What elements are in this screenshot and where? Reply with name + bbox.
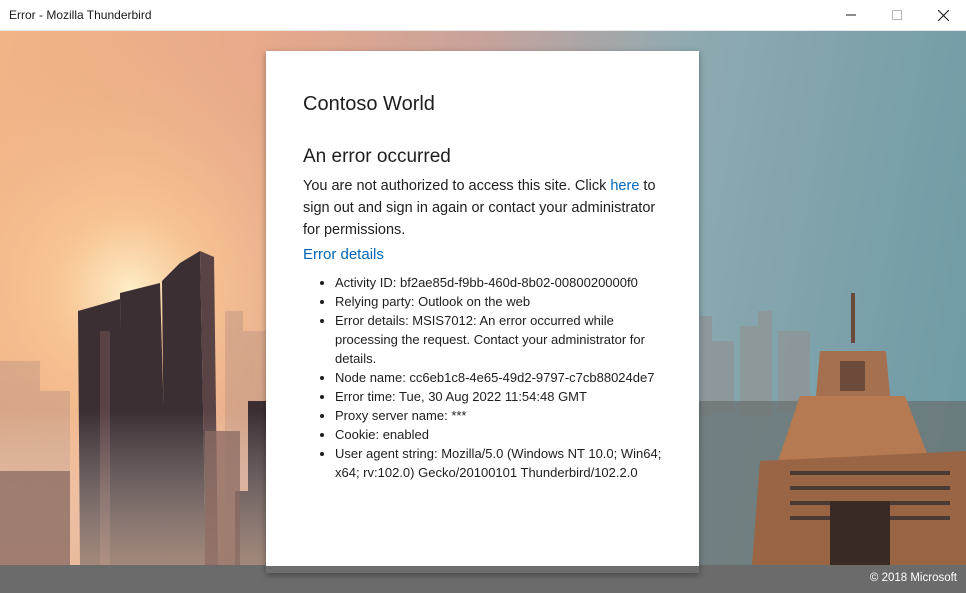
minimize-button[interactable]: [828, 0, 874, 31]
window-title: Error - Mozilla Thunderbird: [9, 8, 152, 22]
error-details-link[interactable]: Error details: [303, 246, 384, 263]
copyright-text: © 2018 Microsoft: [869, 572, 957, 584]
minimize-icon: [846, 14, 856, 16]
detail-cookie: Cookie: enabled: [335, 425, 669, 444]
sign-out-here-link[interactable]: here: [610, 178, 639, 194]
brand-name: Contoso World: [303, 93, 435, 115]
detail-node-name: Node name: cc6eb1c8-4e65-49d2-9797-c7cb8…: [335, 368, 669, 387]
detail-proxy-server: Proxy server name: ***: [335, 406, 669, 425]
detail-error-time: Error time: Tue, 30 Aug 2022 11:54:48 GM…: [335, 387, 669, 406]
message-text-before: You are not authorized to access this si…: [303, 178, 611, 194]
detail-activity-id: Activity ID: bf2ae85d-f9bb-460d-8b02-008…: [335, 273, 669, 292]
close-icon: [937, 9, 949, 21]
error-card: Contoso World An error occurred You are …: [266, 51, 699, 573]
error-message: You are not authorized to access this si…: [303, 175, 669, 241]
detail-error-details: Error details: MSIS7012: An error occurr…: [335, 311, 669, 368]
window-title-bar: Error - Mozilla Thunderbird: [0, 0, 966, 31]
close-button[interactable]: [920, 0, 966, 31]
error-heading: An error occurred: [303, 146, 451, 167]
detail-relying-party: Relying party: Outlook on the web: [335, 292, 669, 311]
maximize-button[interactable]: [874, 0, 920, 31]
maximize-icon: [892, 10, 902, 20]
detail-user-agent: User agent string: Mozilla/5.0 (Windows …: [335, 444, 669, 482]
error-details-list: Activity ID: bf2ae85d-f9bb-460d-8b02-008…: [303, 273, 669, 482]
